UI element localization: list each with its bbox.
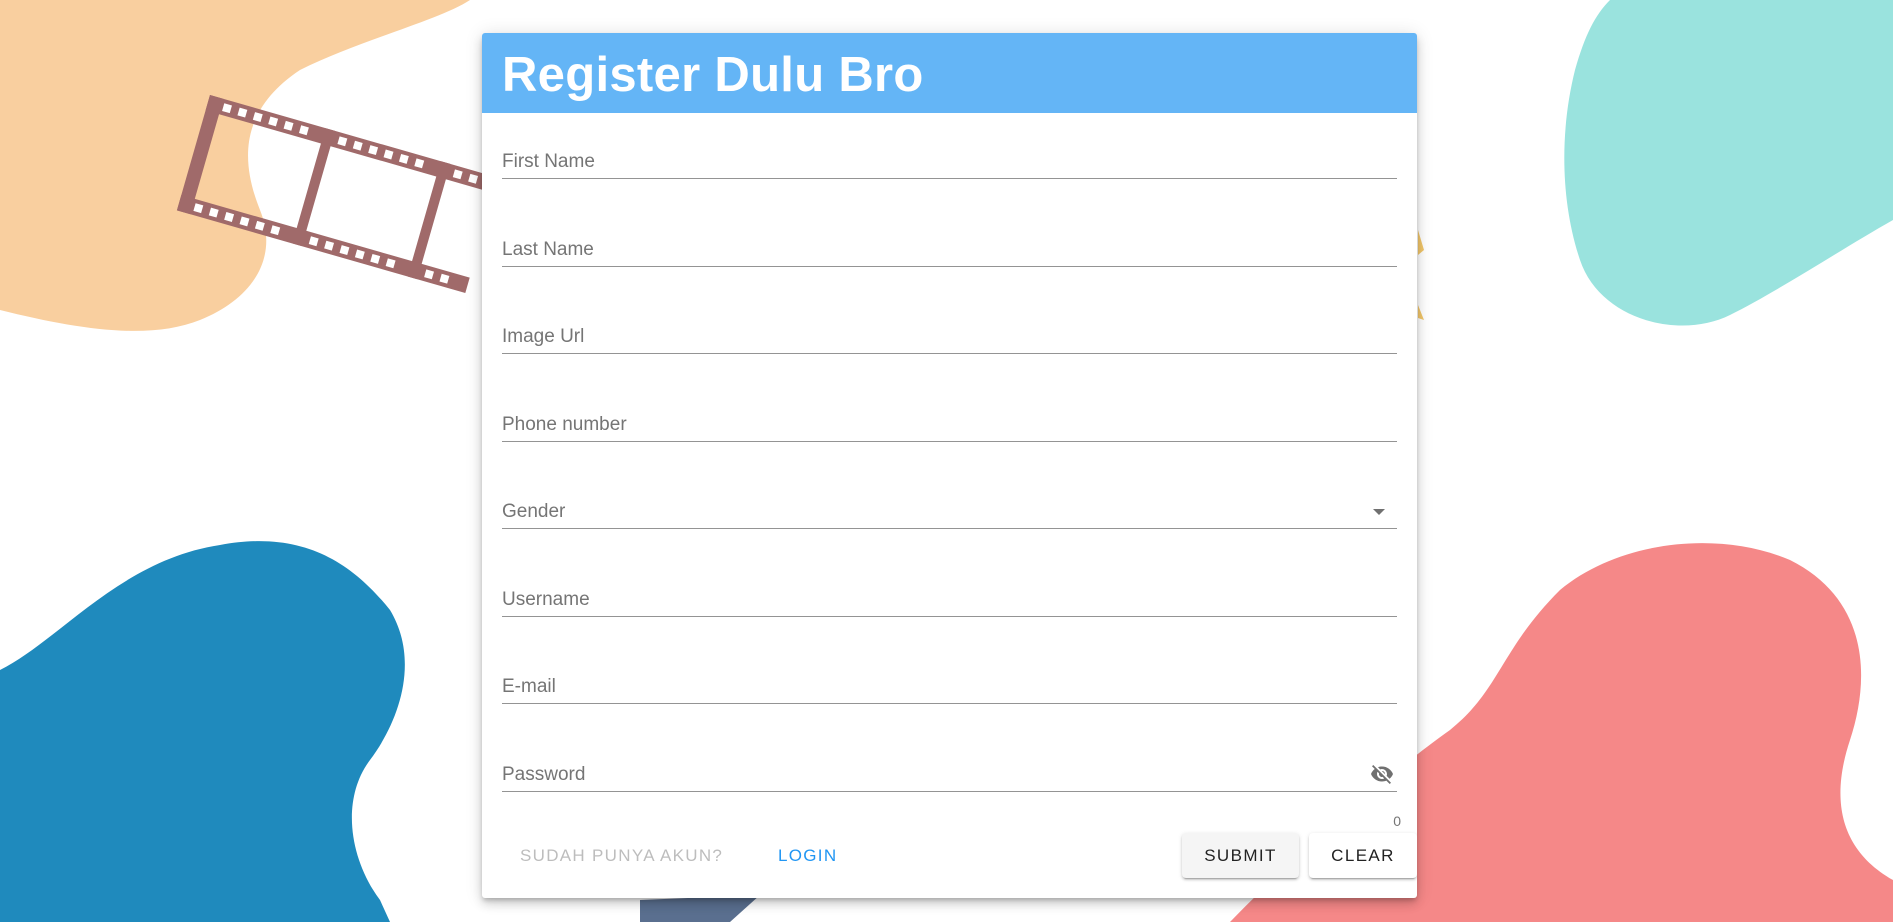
first-name-field[interactable]: First Name (502, 113, 1397, 201)
username-input[interactable]: Username (502, 577, 1397, 617)
blue-blob (0, 541, 405, 922)
gender-select[interactable]: Gender (502, 463, 1397, 551)
last-name-field[interactable]: Last Name (502, 201, 1397, 289)
gender-label: Gender (502, 501, 566, 522)
username-field[interactable]: Username (502, 551, 1397, 639)
form-actions: SUDAH PUNYA AKUN? LOGIN SUBMIT CLEAR (502, 833, 1417, 879)
register-card: Register Dulu Bro First Name Last Name I… (482, 33, 1417, 898)
image-url-label: Image Url (502, 326, 585, 347)
chevron-down-icon[interactable] (1373, 509, 1385, 515)
email-input[interactable]: E-mail (502, 664, 1397, 704)
yellow-accent (1418, 230, 1424, 255)
yellow-accent (1418, 305, 1424, 320)
first-name-label: First Name (502, 151, 595, 172)
image-url-input[interactable]: Image Url (502, 314, 1397, 354)
image-url-field[interactable]: Image Url (502, 288, 1397, 376)
email-label: E-mail (502, 676, 556, 697)
phone-number-field[interactable]: Phone number (502, 376, 1397, 464)
teal-blob (1564, 0, 1893, 326)
password-input[interactable]: Password (502, 752, 1397, 792)
last-name-label: Last Name (502, 238, 594, 260)
phone-number-label: Phone number (502, 413, 627, 435)
register-form: First Name Last Name Image Url Phone num… (482, 113, 1417, 813)
first-name-input[interactable]: First Name (502, 139, 1397, 179)
email-field[interactable]: E-mail (502, 638, 1397, 726)
last-name-input[interactable]: Last Name (502, 227, 1397, 267)
password-label: Password (502, 763, 586, 785)
navy-shape (640, 895, 760, 922)
password-char-counter: 0 (1393, 813, 1401, 829)
eye-off-icon[interactable] (1367, 762, 1397, 786)
clear-button[interactable]: CLEAR (1309, 833, 1417, 878)
card-title: Register Dulu Bro (502, 48, 924, 102)
password-field[interactable]: Password (502, 726, 1397, 814)
login-link[interactable]: LOGIN (778, 846, 837, 866)
have-account-text: SUDAH PUNYA AKUN? (520, 846, 724, 865)
page-background: Register Dulu Bro First Name Last Name I… (0, 0, 1893, 922)
card-header: Register Dulu Bro (482, 33, 1417, 113)
username-label: Username (502, 588, 590, 610)
gender-input[interactable]: Gender (502, 489, 1397, 529)
submit-button[interactable]: SUBMIT (1182, 833, 1299, 878)
phone-number-input[interactable]: Phone number (502, 402, 1397, 442)
